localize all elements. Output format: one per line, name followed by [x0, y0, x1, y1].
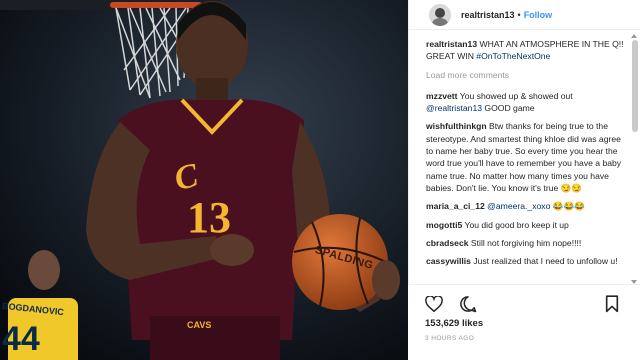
- instagram-post-view: C 13 CAVS SPALDING BOGDANOVIC 44 realtri…: [0, 0, 640, 360]
- likes-count[interactable]: 153,629 likes: [425, 318, 483, 329]
- post-photo[interactable]: C 13 CAVS SPALDING BOGDANOVIC 44: [0, 0, 408, 360]
- action-icons: [424, 293, 478, 315]
- photo-illustration: [0, 0, 408, 360]
- comment-mention[interactable]: @ameera._xoxo: [487, 201, 550, 211]
- avatar[interactable]: [429, 3, 451, 26]
- comment-icon[interactable]: [458, 294, 478, 314]
- post-actions: 153,629 likes 3 HOURS AGO: [408, 284, 640, 360]
- comment-username[interactable]: cassywillis: [426, 256, 471, 266]
- comment-text: You showed up & showed out: [459, 90, 573, 101]
- comment-item: cassywillis Just realized that I need to…: [426, 255, 626, 267]
- comment-text: Btw thanks for being true to the stereot…: [426, 121, 622, 193]
- comment-username[interactable]: maria_a_ci_12: [426, 201, 485, 211]
- comment-username[interactable]: mzzvett: [426, 91, 458, 101]
- scroll-up-icon[interactable]: [631, 34, 637, 38]
- post-timestamp: 3 HOURS AGO: [425, 335, 475, 342]
- comment-text: Still not forgiving him nope!!!!: [470, 237, 582, 248]
- comment-username[interactable]: mogotti5: [426, 220, 462, 230]
- header-separator: •: [517, 9, 521, 20]
- comment-mention[interactable]: @realtristan13: [426, 103, 482, 113]
- follow-button[interactable]: Follow: [524, 10, 553, 20]
- bookmark-icon[interactable]: [602, 294, 622, 314]
- comment-item: mzzvett You showed up & showed out @real…: [426, 90, 626, 115]
- caption: realtristan13 WHAT AN ATMOSPHERE IN THE …: [426, 38, 626, 63]
- comments-scrollbar-thumb[interactable]: [632, 40, 638, 132]
- comment-text-tail: 😂😂😂: [552, 201, 585, 212]
- comment-text: You did good bro keep it up: [464, 219, 569, 230]
- header-username[interactable]: realtristan13: [461, 10, 515, 20]
- comment-item: cbradseck Still not forgiving him nope!!…: [426, 237, 626, 249]
- comment-item: maria_a_ci_12 @ameera._xoxo 😂😂😂: [426, 200, 626, 212]
- comment-username[interactable]: cbradseck: [426, 238, 469, 248]
- comments-list: realtristan13 WHAT AN ATMOSPHERE IN THE …: [426, 38, 626, 273]
- caption-hashtag[interactable]: #OnToTheNextOne: [476, 51, 550, 61]
- caption-username[interactable]: realtristan13: [426, 39, 477, 49]
- heart-icon[interactable]: [424, 294, 444, 314]
- post-header: realtristan13 • Follow: [409, 0, 640, 30]
- comment-item: mogotti5 You did good bro keep it up: [426, 219, 626, 231]
- comment-username[interactable]: wishfulthinkgn: [426, 121, 487, 131]
- comment-text: Just realized that I need to unfollow u!: [473, 256, 618, 267]
- comment-text-tail: GOOD game: [484, 103, 535, 114]
- load-more-comments-link[interactable]: Load more comments: [426, 69, 626, 81]
- comment-item: wishfulthinkgn Btw thanks for being true…: [426, 120, 626, 194]
